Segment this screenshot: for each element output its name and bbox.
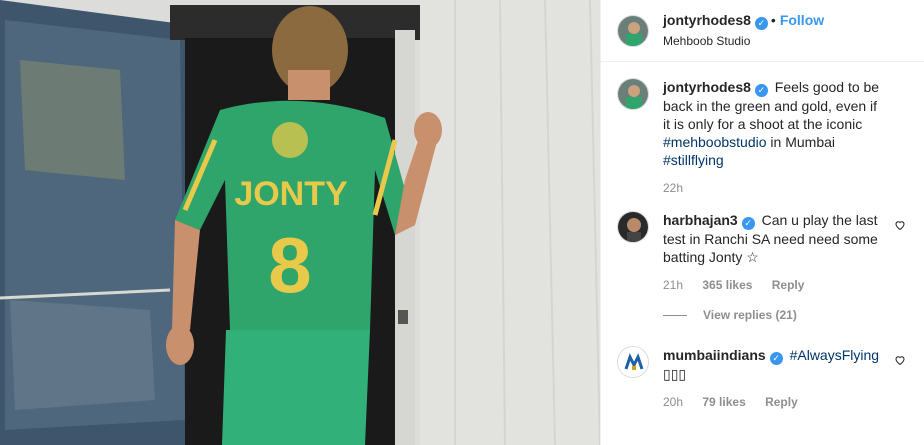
follow-button[interactable]: Follow — [780, 12, 824, 28]
avatar[interactable] — [617, 346, 649, 378]
comment: harbhajan3 ✓ Can u play the last test in … — [617, 211, 908, 324]
heart-icon[interactable] — [894, 354, 906, 366]
timestamp[interactable]: 22h — [663, 181, 683, 195]
location-link[interactable]: Mehboob Studio — [663, 32, 824, 50]
instagram-post: JONTY 8 jontyrhodes8 ✓ • Follow Mehboob Stu… — [0, 0, 924, 445]
comment-username[interactable]: mumbaiindians — [663, 347, 766, 363]
photo-illustration: JONTY 8 — [0, 0, 600, 445]
heart-icon[interactable] — [894, 219, 906, 231]
view-replies-button[interactable]: View replies (21) — [663, 306, 885, 324]
comment-text: ▯▯▯ — [663, 366, 687, 382]
caption: jontyrhodes8 ✓ Feels good to be back in t… — [617, 78, 908, 197]
hashtag-link[interactable]: #stillflying — [663, 152, 724, 168]
separator-dot: • — [770, 12, 776, 28]
comment: mumbaiindians ✓ #AlwaysFlying ▯▯▯ 20h 79 … — [617, 346, 908, 411]
hashtag-link[interactable]: #AlwaysFlying — [790, 347, 879, 363]
post-photo[interactable]: JONTY 8 — [0, 0, 600, 445]
likes-count[interactable]: 365 likes — [702, 278, 752, 292]
caption-text: in Mumbai — [766, 134, 835, 150]
avatar[interactable] — [617, 211, 649, 243]
author-username[interactable]: jontyrhodes8 — [663, 12, 751, 28]
post-header: jontyrhodes8 ✓ • Follow Mehboob Studio — [601, 0, 924, 62]
jersey-name: JONTY — [234, 175, 348, 213]
reply-button[interactable]: Reply — [772, 278, 805, 292]
verified-badge-icon: ✓ — [741, 217, 755, 230]
caption-username[interactable]: jontyrhodes8 — [663, 79, 751, 95]
timestamp[interactable]: 21h — [663, 278, 683, 292]
avatar[interactable] — [617, 78, 649, 110]
post-sidebar: jontyrhodes8 ✓ • Follow Mehboob Studio jont… — [600, 0, 924, 445]
verified-badge-icon: ✓ — [754, 84, 768, 97]
reply-button[interactable]: Reply — [765, 395, 798, 409]
hashtag-link[interactable]: #mehboobstudio — [663, 134, 767, 150]
verified-badge-icon: ✓ — [754, 17, 768, 30]
jersey-number: 8 — [268, 221, 311, 309]
timestamp[interactable]: 20h — [663, 395, 683, 409]
avatar[interactable] — [617, 14, 649, 47]
comments-list: jontyrhodes8 ✓ Feels good to be back in t… — [601, 78, 924, 411]
replies-divider — [663, 314, 687, 316]
verified-badge-icon: ✓ — [769, 352, 783, 365]
comment-username[interactable]: harbhajan3 — [663, 212, 738, 228]
likes-count[interactable]: 79 likes — [702, 395, 745, 409]
